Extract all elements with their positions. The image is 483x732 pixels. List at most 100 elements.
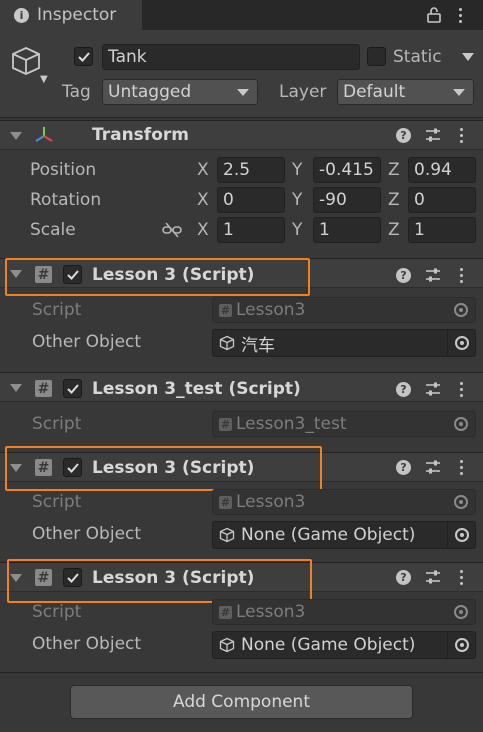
axis-z-label[interactable]: Z bbox=[388, 220, 400, 240]
settings-sliders-icon[interactable] bbox=[425, 381, 441, 397]
component-enabled-checkbox[interactable] bbox=[63, 379, 82, 398]
script-hash-icon: # bbox=[219, 303, 232, 317]
rotation-x-value: 0 bbox=[223, 190, 234, 210]
link-scale-icon[interactable] bbox=[162, 222, 182, 238]
axis-z-label[interactable]: Z bbox=[388, 160, 400, 180]
info-icon: i bbox=[14, 7, 29, 23]
gameobject-cube-icon bbox=[219, 527, 235, 543]
more-options-icon[interactable] bbox=[460, 382, 464, 400]
script-hash-icon: # bbox=[219, 605, 232, 619]
axis-z-label[interactable]: Z bbox=[388, 190, 400, 210]
object-picker-button[interactable] bbox=[447, 521, 475, 549]
help-icon[interactable]: ? bbox=[396, 128, 411, 143]
script-hash-icon: # bbox=[35, 380, 52, 397]
foldout-icon[interactable] bbox=[10, 384, 22, 392]
icon-dropdown-icon[interactable]: ▼ bbox=[40, 74, 48, 85]
tag-dropdown[interactable]: Untagged bbox=[102, 79, 258, 105]
tag-value: Untagged bbox=[108, 82, 192, 102]
add-component-button[interactable]: Add Component bbox=[70, 685, 413, 719]
help-icon[interactable]: ? bbox=[396, 382, 411, 397]
position-label: Position bbox=[30, 160, 97, 180]
highlight-box bbox=[7, 559, 312, 603]
static-dropdown-arrow[interactable] bbox=[462, 53, 474, 61]
target-icon bbox=[454, 605, 468, 619]
layer-label: Layer bbox=[279, 82, 327, 102]
more-options-icon[interactable] bbox=[460, 570, 464, 588]
other-object-value: 汽车 bbox=[241, 335, 275, 356]
other-object-label: Other Object bbox=[32, 634, 142, 654]
lock-icon[interactable] bbox=[426, 7, 442, 23]
script-label: Script bbox=[32, 602, 82, 622]
other-object-field[interactable]: None (Game Object) bbox=[212, 521, 476, 549]
static-checkbox[interactable] bbox=[367, 47, 386, 66]
more-options-icon[interactable] bbox=[459, 8, 463, 26]
other-object-field[interactable]: 汽车 bbox=[212, 329, 476, 357]
object-picker-button[interactable] bbox=[447, 329, 475, 357]
settings-sliders-icon[interactable] bbox=[425, 569, 441, 585]
rotation-z-value: 0 bbox=[414, 190, 425, 210]
settings-sliders-icon[interactable] bbox=[425, 127, 441, 143]
script-label: Script bbox=[32, 300, 82, 320]
other-object-field[interactable]: None (Game Object) bbox=[212, 631, 476, 659]
tab-inspector[interactable]: i Inspector bbox=[0, 0, 142, 30]
position-y-field[interactable]: -0.415 bbox=[313, 157, 381, 183]
script-field: # Lesson3_test bbox=[212, 411, 476, 437]
object-picker-button[interactable] bbox=[447, 631, 475, 659]
scale-label: Scale bbox=[30, 220, 76, 240]
highlight-box bbox=[5, 258, 310, 296]
chevron-down-icon bbox=[453, 88, 465, 96]
help-icon[interactable]: ? bbox=[396, 268, 411, 283]
highlight-box bbox=[5, 446, 322, 491]
rotation-x-field[interactable]: 0 bbox=[217, 187, 285, 213]
axis-x-label[interactable]: X bbox=[197, 220, 209, 240]
settings-sliders-icon[interactable] bbox=[425, 267, 441, 283]
gameobject-cube-icon[interactable] bbox=[10, 45, 42, 77]
name-field[interactable]: Tank bbox=[102, 44, 360, 70]
scale-y-value: 1 bbox=[319, 220, 330, 240]
other-object-value: None (Game Object) bbox=[241, 635, 416, 655]
rotation-y-value: -90 bbox=[319, 190, 347, 210]
rotation-y-field[interactable]: -90 bbox=[313, 187, 381, 213]
axis-y-label[interactable]: Y bbox=[292, 160, 302, 180]
position-x-field[interactable]: 2.5 bbox=[217, 157, 285, 183]
help-icon[interactable]: ? bbox=[396, 460, 411, 475]
other-object-value: None (Game Object) bbox=[241, 525, 416, 545]
divider bbox=[0, 672, 483, 673]
more-options-icon[interactable] bbox=[460, 268, 464, 286]
position-z-field[interactable]: 0.94 bbox=[408, 157, 476, 183]
axis-x-label[interactable]: X bbox=[197, 190, 209, 210]
scale-z-field[interactable]: 1 bbox=[408, 217, 476, 243]
foldout-icon[interactable] bbox=[10, 132, 22, 140]
rotation-z-field[interactable]: 0 bbox=[408, 187, 476, 213]
object-picker-button bbox=[447, 488, 475, 516]
target-icon bbox=[454, 336, 469, 350]
target-icon bbox=[454, 417, 468, 431]
axis-y-label[interactable]: Y bbox=[292, 220, 302, 240]
script-value: Lesson3 bbox=[236, 300, 306, 320]
target-icon bbox=[454, 638, 469, 652]
active-checkbox[interactable] bbox=[74, 47, 93, 66]
transform-title: Transform bbox=[92, 125, 189, 145]
other-object-label: Other Object bbox=[32, 524, 142, 544]
chevron-down-icon bbox=[237, 88, 249, 96]
scale-y-field[interactable]: 1 bbox=[313, 217, 381, 243]
axis-y-label[interactable]: Y bbox=[292, 190, 302, 210]
position-x-value: 2.5 bbox=[223, 160, 251, 180]
scale-x-field[interactable]: 1 bbox=[217, 217, 285, 243]
transform-icon bbox=[35, 127, 53, 142]
axis-x-label[interactable]: X bbox=[197, 160, 209, 180]
layer-value: Default bbox=[343, 82, 406, 102]
gameobject-cube-icon bbox=[219, 637, 235, 653]
script-field: # Lesson3 bbox=[212, 297, 476, 323]
scale-x-value: 1 bbox=[223, 220, 234, 240]
position-y-value: -0.415 bbox=[319, 160, 374, 180]
script-hash-icon: # bbox=[219, 417, 232, 431]
tab-label: Inspector bbox=[37, 5, 117, 25]
settings-sliders-icon[interactable] bbox=[425, 459, 441, 475]
script-value: Lesson3_test bbox=[236, 414, 347, 434]
object-picker-button bbox=[447, 296, 475, 324]
more-options-icon[interactable] bbox=[460, 128, 464, 146]
more-options-icon[interactable] bbox=[460, 460, 464, 478]
layer-dropdown[interactable]: Default bbox=[337, 79, 474, 105]
help-icon[interactable]: ? bbox=[396, 570, 411, 585]
